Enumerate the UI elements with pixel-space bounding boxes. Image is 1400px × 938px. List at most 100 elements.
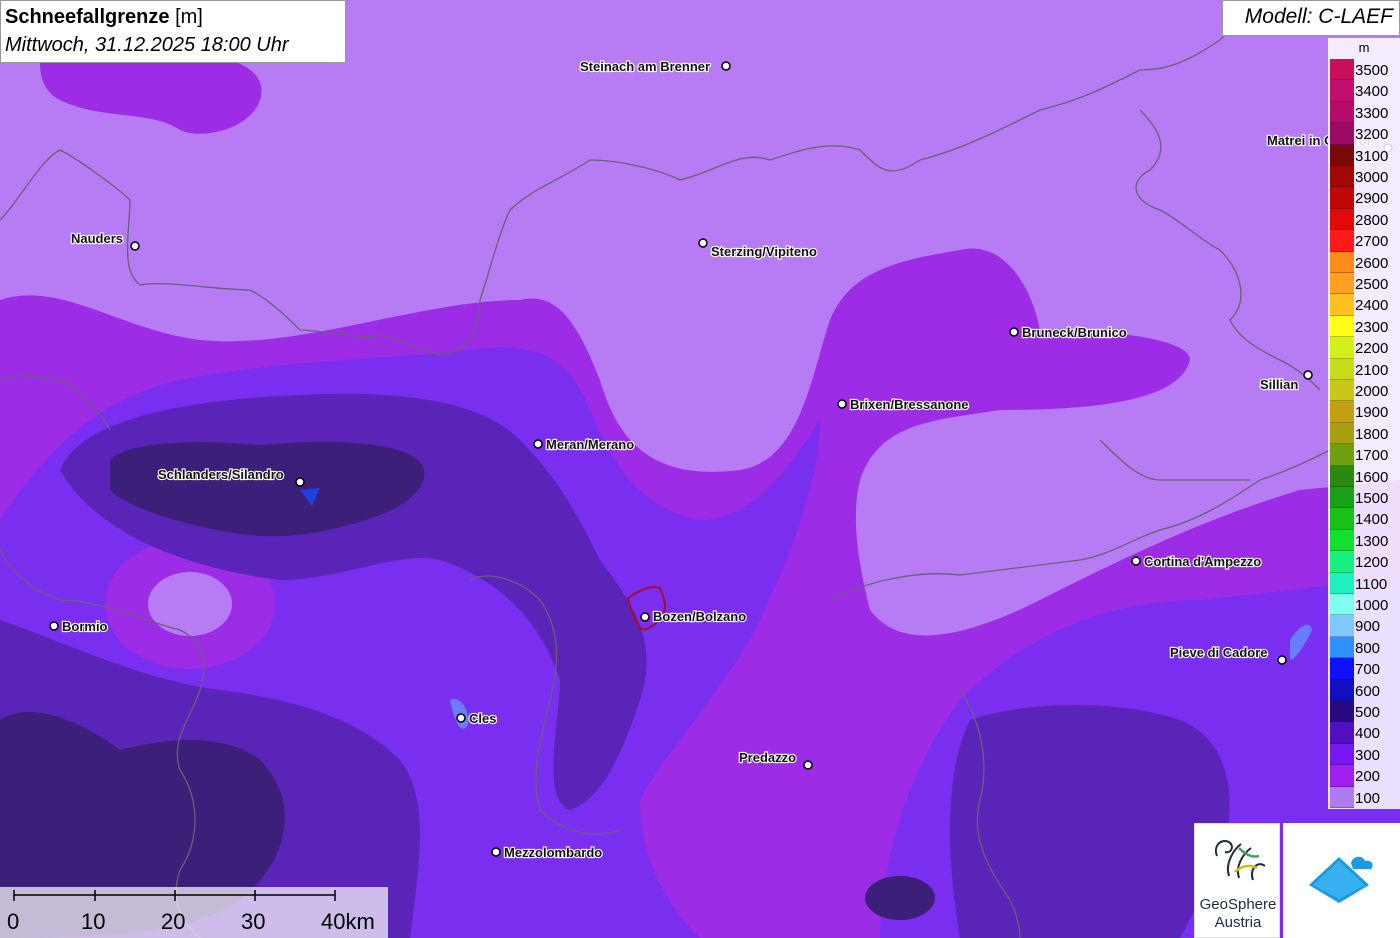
- legend-entry: 3400: [1328, 80, 1400, 102]
- geosphere-logo[interactable]: GeoSphere Austria: [1194, 823, 1280, 938]
- scale-bar: 0 10 20 30 40km: [0, 887, 388, 938]
- legend-label: 2700: [1355, 233, 1389, 251]
- legend-swatch: [1330, 294, 1354, 316]
- city-label: Predazzo: [739, 750, 796, 765]
- city-label: Brixen/Bressanone: [850, 397, 969, 412]
- legend-swatch: [1330, 251, 1354, 273]
- legend-entry: 2100: [1328, 358, 1400, 380]
- city-label: Cles: [469, 711, 496, 726]
- legend-label: 1600: [1355, 468, 1389, 486]
- legend-label: 2600: [1355, 254, 1389, 272]
- city-dot: [1009, 327, 1019, 337]
- legend-entry: 2500: [1328, 273, 1400, 295]
- city-label: Bruneck/Brunico: [1022, 325, 1127, 340]
- legend-swatch: [1330, 529, 1354, 552]
- city-label: Pieve di Cadore: [1170, 645, 1268, 660]
- legend-entry: 1100: [1328, 572, 1400, 594]
- legend-label: 900: [1355, 618, 1381, 636]
- legend-label: 2400: [1355, 297, 1389, 315]
- legend-entry: 1800: [1328, 422, 1400, 445]
- legend-label: 1000: [1355, 597, 1389, 614]
- legend-entry: 1700: [1328, 444, 1400, 466]
- city-dot: [456, 713, 466, 723]
- scale-label: 0: [7, 909, 20, 934]
- legend-swatch: [1330, 166, 1354, 188]
- legend-swatch: [1330, 658, 1354, 680]
- legend-label: 400: [1355, 725, 1381, 743]
- legend-label: 2900: [1355, 190, 1389, 208]
- scale-label: 20: [161, 909, 186, 934]
- scale-label: 10: [81, 909, 106, 934]
- legend-swatch: [1330, 465, 1354, 487]
- legend-entry: 3100: [1328, 144, 1400, 166]
- city-label: Nauders: [71, 231, 123, 246]
- legend-swatch: [1330, 508, 1354, 530]
- city-label: Sterzing/Vipiteno: [711, 244, 817, 259]
- city-dot: [803, 760, 813, 770]
- legend-swatch: [1330, 59, 1354, 81]
- legend-swatch: [1330, 615, 1354, 637]
- legend-entry: 1000: [1328, 594, 1400, 616]
- city-dot: [533, 439, 543, 449]
- legend-label: 2000: [1355, 383, 1389, 400]
- legend-entry: 2900: [1328, 187, 1400, 209]
- geosphere-swirl-icon: [1215, 840, 1266, 881]
- legend-swatch: [1330, 786, 1354, 808]
- legend-entry: 1600: [1328, 465, 1400, 487]
- legend-entry: 1500: [1328, 487, 1400, 509]
- map-title-box: Schneefallgrenze [m] Mittwoch, 31.12.202…: [0, 0, 346, 63]
- legend-label: 2800: [1355, 211, 1389, 229]
- legend-label: 2300: [1355, 318, 1389, 336]
- legend-swatch: [1330, 636, 1354, 659]
- legend-entry: 600: [1328, 679, 1400, 701]
- legend-label: 1100: [1355, 575, 1388, 593]
- city-dot: [1277, 655, 1287, 665]
- city-label: Bozen/Bolzano: [653, 609, 746, 624]
- city-dot: [49, 621, 59, 631]
- legend-entry: 3200: [1328, 123, 1400, 145]
- legend-label: 100: [1355, 789, 1381, 807]
- city-dot: [130, 241, 140, 251]
- legend-label: 1700: [1355, 447, 1389, 465]
- city-dot: [640, 612, 650, 622]
- legend-swatch: [1330, 765, 1354, 787]
- legend-swatch: [1330, 144, 1354, 166]
- legend-swatch: [1330, 358, 1354, 380]
- legend-entry: 3000: [1328, 166, 1400, 188]
- legend-swatch: [1330, 594, 1354, 616]
- legend-entry: 100: [1328, 786, 1400, 808]
- legend-entry: 2700: [1328, 230, 1400, 252]
- map-datetime: Mittwoch, 31.12.2025 18:00 Uhr: [5, 34, 289, 56]
- legend-label: 2200: [1355, 340, 1389, 358]
- legend-label: 3100: [1355, 147, 1389, 165]
- band-100-hole: [148, 572, 232, 636]
- legend-swatch: [1330, 123, 1354, 145]
- legend-swatch: [1330, 722, 1354, 744]
- color-legend: m 3500 3400 3300 3200 3100 3000 2900 2800 2700 26…: [1328, 38, 1400, 809]
- legend-label: 500: [1355, 704, 1381, 721]
- legend-entry: 2000: [1328, 380, 1400, 402]
- legend-entry: 3300: [1328, 101, 1400, 124]
- legend-entry: 700: [1328, 658, 1400, 680]
- scale-label: 40km: [321, 909, 375, 934]
- legend-label: 1900: [1355, 404, 1389, 422]
- legend-entry: 3500: [1328, 59, 1400, 81]
- arrow-cloud-icon: [1309, 856, 1373, 903]
- legend-label: 3200: [1355, 126, 1389, 144]
- map-title: Schneefallgrenze: [5, 6, 170, 28]
- legend-swatch: [1330, 187, 1354, 209]
- legend-entry: 500: [1328, 701, 1400, 723]
- legend-entry: 2800: [1328, 208, 1400, 231]
- legend-swatch: [1330, 572, 1354, 594]
- legend-label: 3500: [1355, 62, 1389, 79]
- legend-entry: 2600: [1328, 251, 1400, 273]
- snowfall-limit-map[interactable]: Steinach am BrennerMatrei in OsttirolNau…: [0, 0, 1400, 938]
- brand-logo[interactable]: [1283, 823, 1400, 938]
- city-dot: [1303, 370, 1313, 380]
- legend-swatch: [1330, 444, 1354, 466]
- city-dot: [1131, 556, 1141, 566]
- legend-swatch: [1330, 337, 1354, 359]
- legend-label: 3000: [1355, 169, 1389, 186]
- city-dot: [837, 399, 847, 409]
- legend-label: 3300: [1355, 104, 1389, 122]
